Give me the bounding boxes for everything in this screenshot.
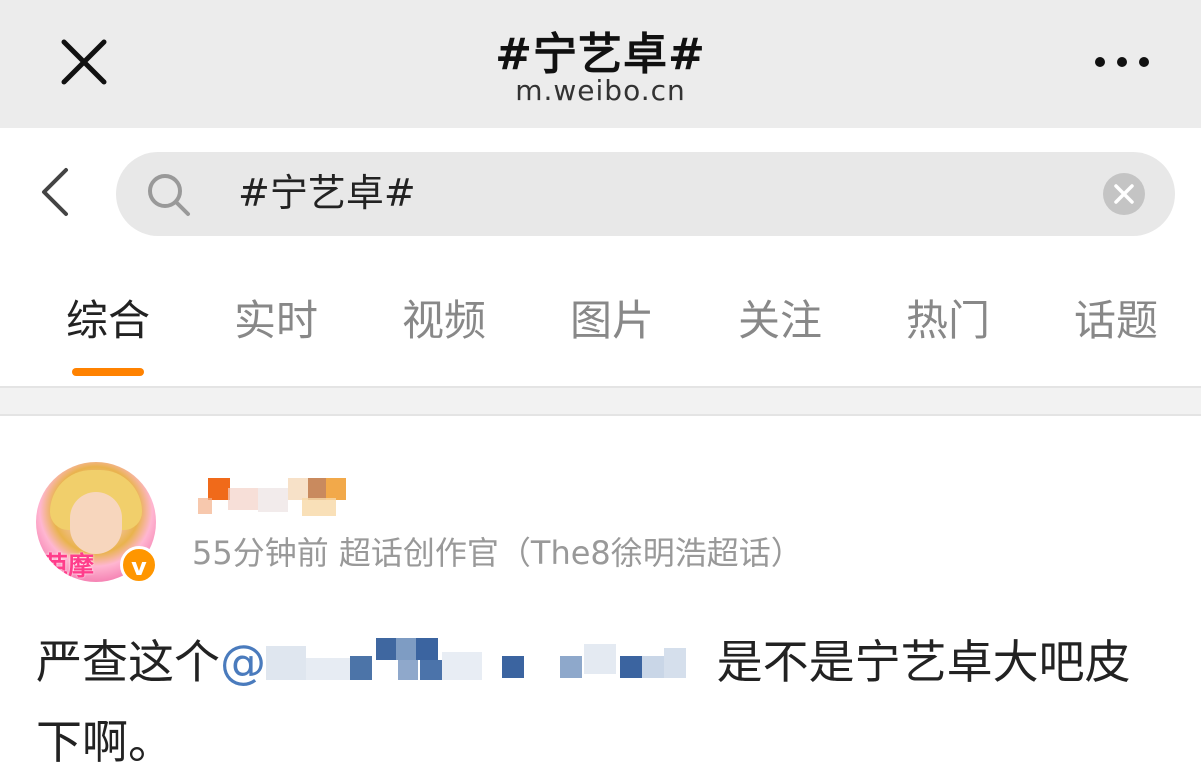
tab-topics[interactable]: 话题 <box>1056 296 1176 346</box>
verified-badge: v <box>120 546 158 584</box>
search-icon <box>146 172 192 218</box>
active-tab-indicator <box>72 368 144 376</box>
chevron-left-icon[interactable] <box>36 166 76 218</box>
clear-icon[interactable] <box>1102 172 1146 216</box>
tab-video[interactable]: 视频 <box>384 296 504 346</box>
more-icon[interactable] <box>1090 50 1154 74</box>
search-input[interactable]: #宁艺卓# <box>238 170 416 216</box>
username-redacted[interactable] <box>192 474 352 518</box>
tab-realtime[interactable]: 实时 <box>216 296 336 346</box>
mention-at[interactable]: @ <box>220 635 266 689</box>
post-text: 严查这个@ 是不是宁艺卓大吧皮下啊。 <box>36 622 1156 782</box>
tab-images[interactable]: 图片 <box>552 296 672 346</box>
section-divider <box>0 386 1201 416</box>
page-url: m.weibo.cn <box>515 74 686 107</box>
avatar-text: 芭摩 <box>42 552 95 582</box>
tab-hot[interactable]: 热门 <box>888 296 1008 346</box>
avatar-face <box>70 492 122 554</box>
mention-redacted[interactable] <box>266 638 702 684</box>
search-bar[interactable]: #宁艺卓# <box>116 152 1175 236</box>
browser-header: #宁艺卓# m.weibo.cn <box>0 0 1201 128</box>
tab-following[interactable]: 关注 <box>720 296 840 346</box>
page-title: #宁艺卓# <box>495 29 706 80</box>
tab-bar: 综合 实时 视频 图片 关注 热门 话题 <box>0 284 1201 384</box>
tab-comprehensive[interactable]: 综合 <box>48 296 168 346</box>
post-text-prefix: 严查这个 <box>36 635 220 689</box>
post-meta: 55分钟前 超话创作官（The8徐明浩超话） <box>192 534 803 572</box>
